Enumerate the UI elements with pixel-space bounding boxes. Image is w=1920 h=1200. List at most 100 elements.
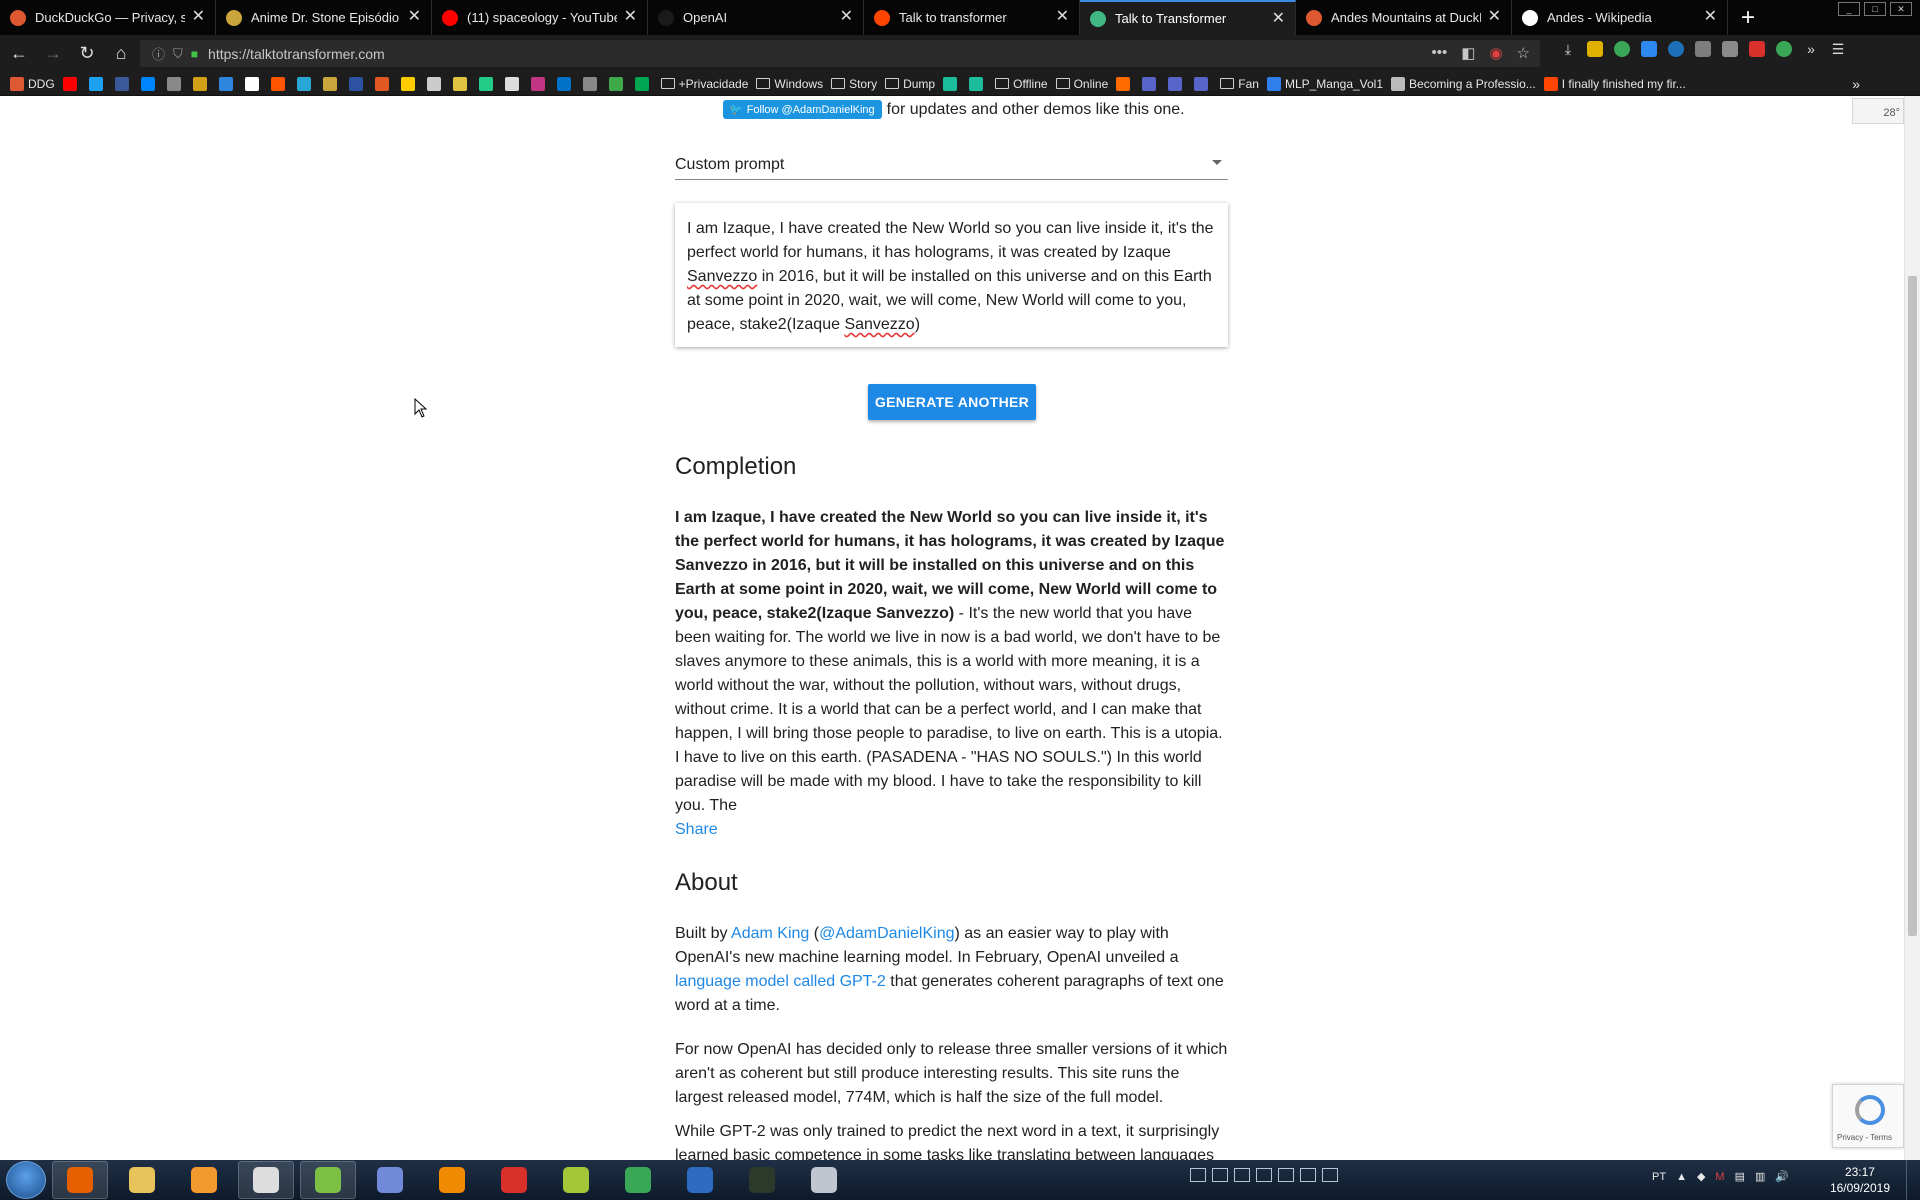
pocket-icon[interactable]: ◧ <box>1461 44 1475 62</box>
taskbar-app-android-app[interactable] <box>548 1161 604 1199</box>
system-clock[interactable]: 23:17 16/09/2019 <box>1830 1164 1890 1196</box>
taskbar-app-settings-app[interactable] <box>796 1161 852 1199</box>
bookmark-item[interactable] <box>452 76 471 91</box>
recaptcha-terms[interactable]: Privacy - Terms <box>1837 1133 1892 1142</box>
bookmark-item[interactable] <box>426 76 445 91</box>
forward-button[interactable]: → <box>38 39 68 69</box>
bookmark-item[interactable] <box>1194 76 1212 91</box>
taskbar-app-notepad-app[interactable] <box>300 1161 356 1199</box>
weather-badge[interactable]: 28° <box>1852 98 1904 124</box>
bookmark-item[interactable] <box>943 76 961 91</box>
bookmark-folder[interactable]: +Privacidade <box>660 77 748 91</box>
bookmark-folder[interactable]: Story <box>831 77 877 91</box>
tray-window-icon[interactable] <box>1278 1168 1294 1182</box>
bookmark-item[interactable] <box>556 76 575 91</box>
tab-close-icon[interactable]: ✕ <box>624 9 637 25</box>
bookmark-item[interactable] <box>374 76 393 91</box>
address-bar[interactable]: ⓘ ⛉ ■ ••• ◧ ◉ ☆ <box>140 40 1540 67</box>
tab-close-icon[interactable]: ✕ <box>840 9 853 25</box>
bookmark-item[interactable]: I finally finished my fir... <box>1543 76 1686 91</box>
menu-hamburger-icon[interactable]: ☰ <box>1830 41 1846 57</box>
bookmark-folder[interactable]: Fan <box>1220 77 1259 91</box>
show-desktop-button[interactable] <box>1906 1160 1920 1200</box>
tray-window-icon[interactable] <box>1190 1168 1206 1182</box>
bookmark-item[interactable] <box>322 76 341 91</box>
bookmark-folder[interactable]: Dump <box>885 77 935 91</box>
bookmark-item[interactable] <box>1168 76 1186 91</box>
bookmark-item[interactable] <box>218 76 237 91</box>
maximize-button[interactable]: □ <box>1864 2 1886 16</box>
taskbar-app-alien-app[interactable] <box>238 1161 294 1199</box>
page-actions-icon[interactable]: ••• <box>1432 44 1448 62</box>
tray-app-icon[interactable]: ◆ <box>1697 1170 1705 1183</box>
tab-close-icon[interactable]: ✕ <box>408 9 421 25</box>
bookmark-item[interactable] <box>140 76 159 91</box>
extension-icon[interactable] <box>1641 41 1657 57</box>
prompt-textarea[interactable]: I am Izaque, I have created the New Worl… <box>675 203 1228 347</box>
reload-button[interactable]: ↻ <box>72 39 102 69</box>
bookmark-item[interactable] <box>166 76 185 91</box>
taskbar-app-media-player[interactable] <box>176 1161 232 1199</box>
bookmark-folder[interactable]: Online <box>1055 77 1108 91</box>
generate-another-button[interactable]: GENERATE ANOTHER <box>868 384 1036 420</box>
info-icon[interactable]: ⓘ <box>152 44 165 63</box>
addon-icon[interactable]: ◉ <box>1489 44 1502 62</box>
tray-window-icon[interactable] <box>1300 1168 1316 1182</box>
adam-king-link[interactable]: Adam King <box>731 925 809 942</box>
bookmark-folder[interactable]: Windows <box>756 77 823 91</box>
tray-window-icon[interactable] <box>1212 1168 1228 1182</box>
bookmark-item[interactable]: Becoming a Professio... <box>1391 76 1536 91</box>
twitter-follow-button[interactable]: 🐦 Follow @AdamDanielKing <box>723 100 882 119</box>
extension-icon[interactable] <box>1668 41 1684 57</box>
weather-extension-icon[interactable] <box>1722 41 1738 57</box>
taskbar-app-firefox[interactable] <box>52 1161 108 1199</box>
browser-tab[interactable]: Talk to transformer ✕ <box>864 0 1080 35</box>
minimize-button[interactable]: _ <box>1838 2 1860 16</box>
browser-tab[interactable]: Anime Dr. Stone Episódio 6 - V ✕ <box>216 0 432 35</box>
tray-window-icon[interactable] <box>1256 1168 1272 1182</box>
tray-expand-icon[interactable]: ▲ <box>1676 1171 1687 1183</box>
url-input[interactable] <box>208 45 1009 62</box>
bookmark-item[interactable]: DDG <box>10 76 55 91</box>
tray-app-icon[interactable]: M <box>1715 1171 1724 1183</box>
tab-close-icon[interactable]: ✕ <box>1704 9 1717 25</box>
browser-tab[interactable]: Talk to Transformer ✕ <box>1080 0 1296 35</box>
browser-tab[interactable]: OpenAI ✕ <box>648 0 864 35</box>
tab-close-icon[interactable]: ✕ <box>1488 9 1501 25</box>
extension-icon[interactable] <box>1749 41 1765 57</box>
extension-icon[interactable] <box>1776 41 1792 57</box>
taskbar-app-downloader[interactable] <box>486 1161 542 1199</box>
volume-icon[interactable]: 🔊 <box>1775 1170 1789 1183</box>
taskbar-app-chart-app[interactable] <box>610 1161 666 1199</box>
taskbar-app-terminal-app[interactable] <box>734 1161 790 1199</box>
lock-icon[interactable]: ■ <box>191 47 198 61</box>
bookmark-item[interactable] <box>634 76 653 91</box>
extension-icon[interactable] <box>1695 41 1711 57</box>
prompt-type-select[interactable]: Custom prompt <box>675 150 1228 180</box>
browser-tab[interactable]: DuckDuckGo — Privacy, simplified. ✕ <box>0 0 216 35</box>
extension-icon[interactable] <box>1614 41 1630 57</box>
bookmark-star-icon[interactable]: ☆ <box>1517 44 1530 62</box>
taskbar-app-vlc[interactable] <box>424 1161 480 1199</box>
bookmark-item[interactable] <box>530 76 549 91</box>
tab-close-icon[interactable]: ✕ <box>1272 11 1285 27</box>
recaptcha-badge[interactable]: Privacy - Terms <box>1832 1084 1904 1148</box>
overflow-chevron-icon[interactable]: » <box>1803 41 1819 57</box>
bookmarks-overflow-icon[interactable]: » <box>1852 76 1860 92</box>
browser-tab[interactable]: (11) spaceology - YouTube ✕ <box>432 0 648 35</box>
taskbar-app-discord[interactable] <box>362 1161 418 1199</box>
taskbar-app-file-explorer[interactable] <box>114 1161 170 1199</box>
network-icon[interactable]: ▥ <box>1755 1170 1765 1183</box>
bookmark-item[interactable] <box>62 76 81 91</box>
bookmark-item[interactable] <box>969 76 987 91</box>
taskbar-app-browser-app[interactable] <box>672 1161 728 1199</box>
bookmark-item[interactable] <box>478 76 497 91</box>
twitter-handle-link[interactable]: @AdamDanielKing <box>819 925 954 942</box>
extension-icon[interactable] <box>1587 41 1603 57</box>
bookmark-item[interactable] <box>88 76 107 91</box>
browser-tab[interactable]: Andes Mountains at DuckDuckGo ✕ <box>1296 0 1512 35</box>
close-window-button[interactable]: ✕ <box>1890 2 1912 16</box>
bookmark-item[interactable] <box>504 76 523 91</box>
language-indicator[interactable]: PT <box>1652 1171 1666 1183</box>
bookmark-item[interactable] <box>400 76 419 91</box>
